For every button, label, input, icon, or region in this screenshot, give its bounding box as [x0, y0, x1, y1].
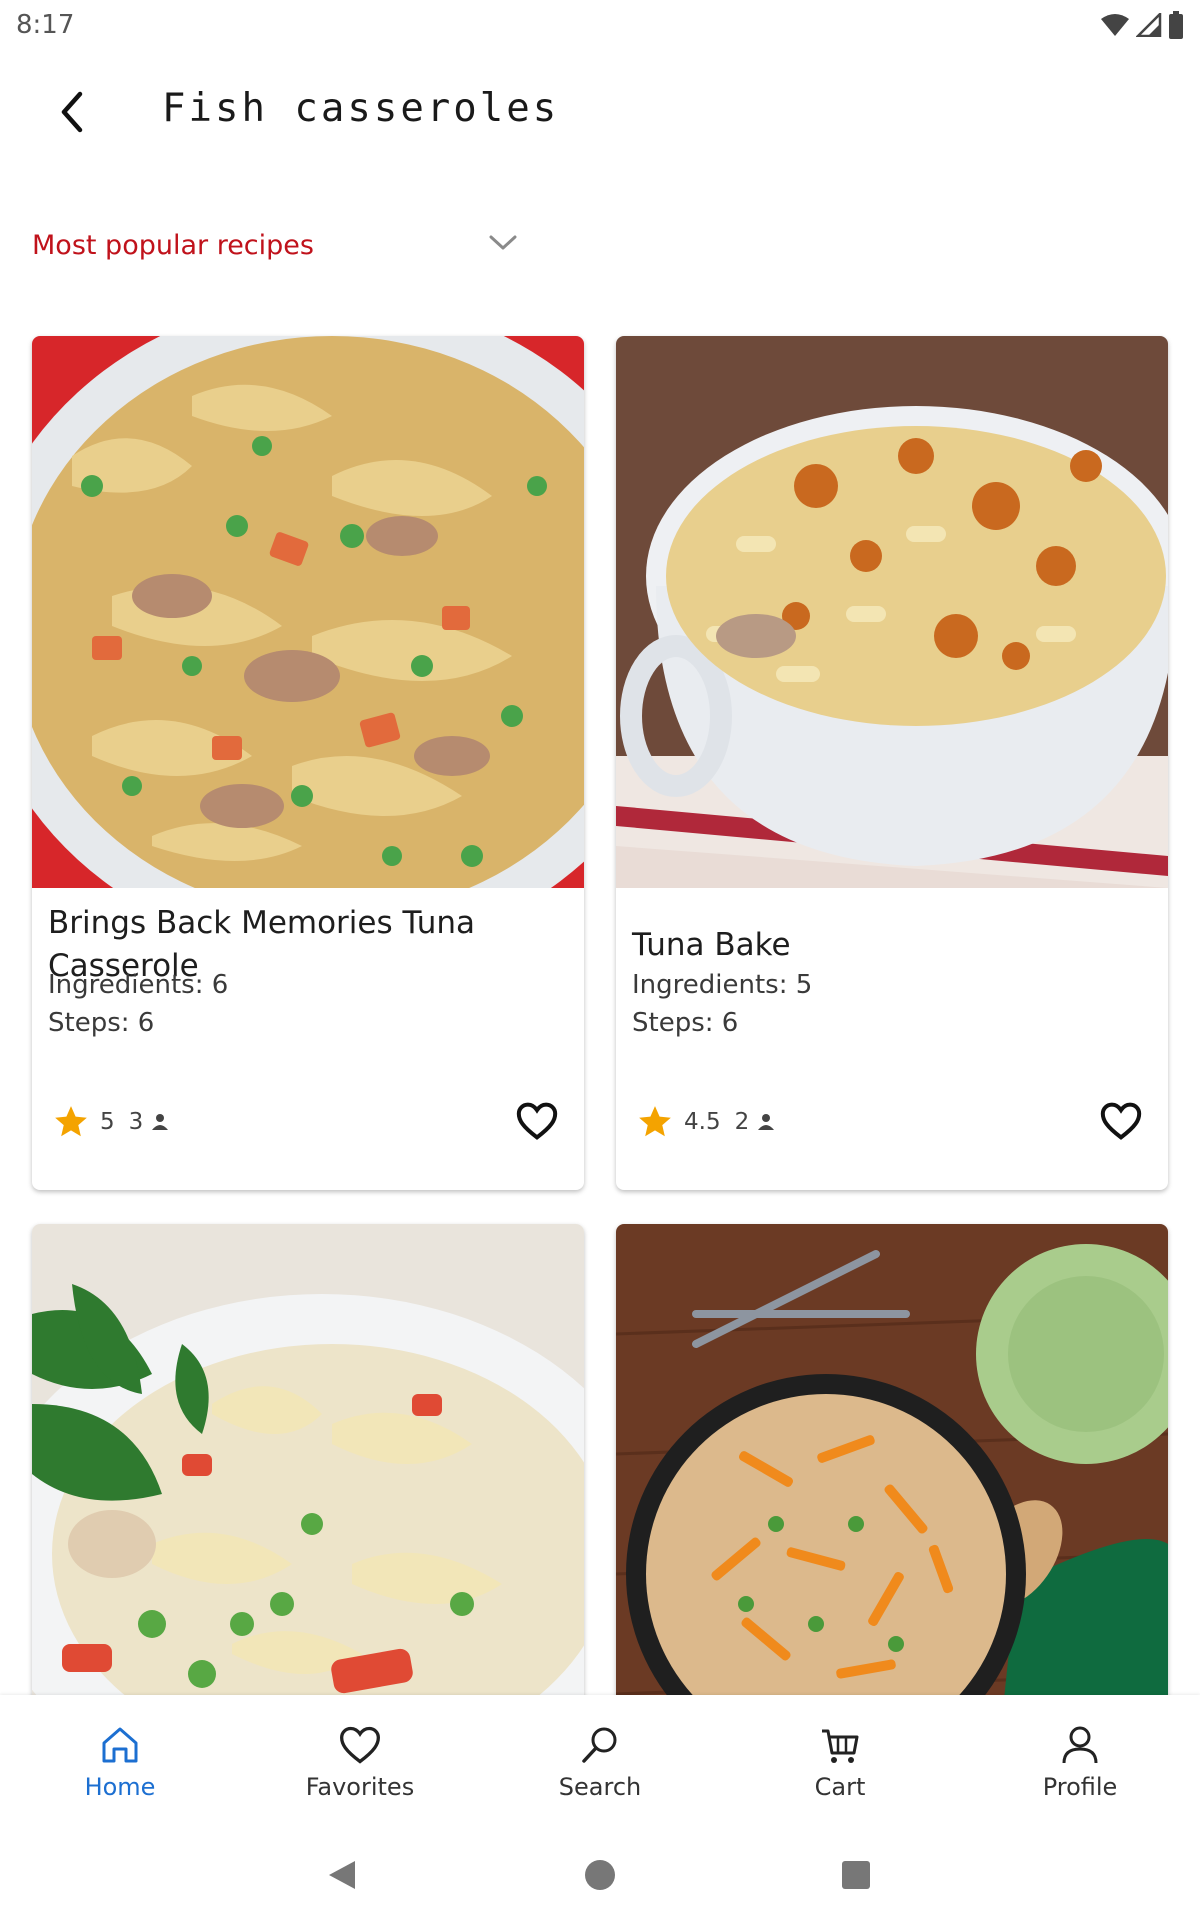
heart-outline-icon: [516, 1102, 558, 1140]
recipe-image: [32, 336, 584, 888]
person-icon: [152, 1114, 169, 1130]
battery-icon: [1169, 11, 1183, 39]
nav-label: Cart: [814, 1773, 866, 1801]
recipe-card[interactable]: [616, 1224, 1168, 1724]
heart-icon: [340, 1726, 380, 1764]
rating-value: 4.5: [684, 1109, 721, 1135]
nav-label: Favorites: [305, 1773, 415, 1801]
nav-label: Profile: [1042, 1773, 1118, 1801]
star-icon: [55, 1106, 87, 1137]
bottom-nav: Home Favorites Search Cart Profile: [0, 1695, 1200, 1825]
cart-icon: [822, 1729, 859, 1763]
status-icons: [1100, 10, 1184, 40]
circle-home-icon: [585, 1860, 615, 1890]
page-title: Fish casseroles: [162, 86, 560, 131]
square-recents-icon: [842, 1861, 870, 1889]
wifi-icon: [1101, 14, 1129, 36]
system-nav-bar: [0, 1825, 1200, 1920]
nav-label: Home: [84, 1773, 156, 1801]
system-back-button[interactable]: [312, 1845, 372, 1905]
recipe-card[interactable]: Tuna Bake Ingredients: 5 Steps: 6 4.5 2: [616, 336, 1168, 1190]
review-count: 3: [128, 1109, 144, 1135]
chevron-down-icon: [489, 235, 517, 250]
nav-favorites[interactable]: Favorites: [240, 1695, 480, 1825]
recipe-title: Tuna Bake: [632, 927, 791, 963]
recipe-meta: Ingredients: 6 Steps: 6: [48, 966, 228, 1042]
nav-label: Search: [558, 1773, 642, 1801]
sort-label: Most popular recipes: [32, 230, 314, 261]
system-home-button[interactable]: [570, 1845, 630, 1905]
home-icon: [102, 1727, 138, 1763]
app-bar: Fish casseroles: [0, 60, 1200, 160]
signal-icon: [1136, 13, 1162, 37]
nav-search[interactable]: Search: [480, 1695, 720, 1825]
nav-profile[interactable]: Profile: [960, 1695, 1200, 1825]
back-button[interactable]: [40, 80, 104, 144]
status-bar: 8:17: [0, 0, 1200, 50]
person-icon: [758, 1114, 775, 1130]
favorite-button[interactable]: [512, 1096, 562, 1146]
system-recents-button[interactable]: [826, 1845, 886, 1905]
rating-value: 5: [100, 1109, 115, 1135]
nav-home[interactable]: Home: [0, 1695, 240, 1825]
recipe-image: [616, 1224, 1168, 1724]
recipe-card[interactable]: Brings Back Memories Tuna Casserole Ingr…: [32, 336, 584, 1190]
steps-count: Steps: 6: [48, 1008, 155, 1038]
steps-count: Steps: 6: [632, 1008, 739, 1038]
arrow-back-icon: [61, 91, 83, 133]
person-icon: [1062, 1726, 1098, 1764]
rating: 5 3: [52, 1102, 171, 1142]
sort-dropdown[interactable]: Most popular recipes: [32, 220, 522, 280]
heart-outline-icon: [1100, 1102, 1142, 1140]
recipe-image: [32, 1224, 584, 1724]
ingredients-count: Ingredients: 6: [48, 970, 229, 1000]
favorite-button[interactable]: [1096, 1096, 1146, 1146]
recipe-card[interactable]: [32, 1224, 584, 1724]
rating: 4.5 2: [636, 1102, 777, 1142]
ingredients-count: Ingredients: 5: [632, 970, 813, 1000]
status-time: 8:17: [16, 10, 75, 40]
recipe-image: [616, 336, 1168, 888]
search-icon: [582, 1727, 617, 1763]
nav-cart[interactable]: Cart: [720, 1695, 960, 1825]
triangle-back-icon: [329, 1861, 355, 1889]
recipe-meta: Ingredients: 5 Steps: 6: [632, 966, 812, 1042]
review-count: 2: [734, 1109, 750, 1135]
star-icon: [639, 1106, 671, 1137]
